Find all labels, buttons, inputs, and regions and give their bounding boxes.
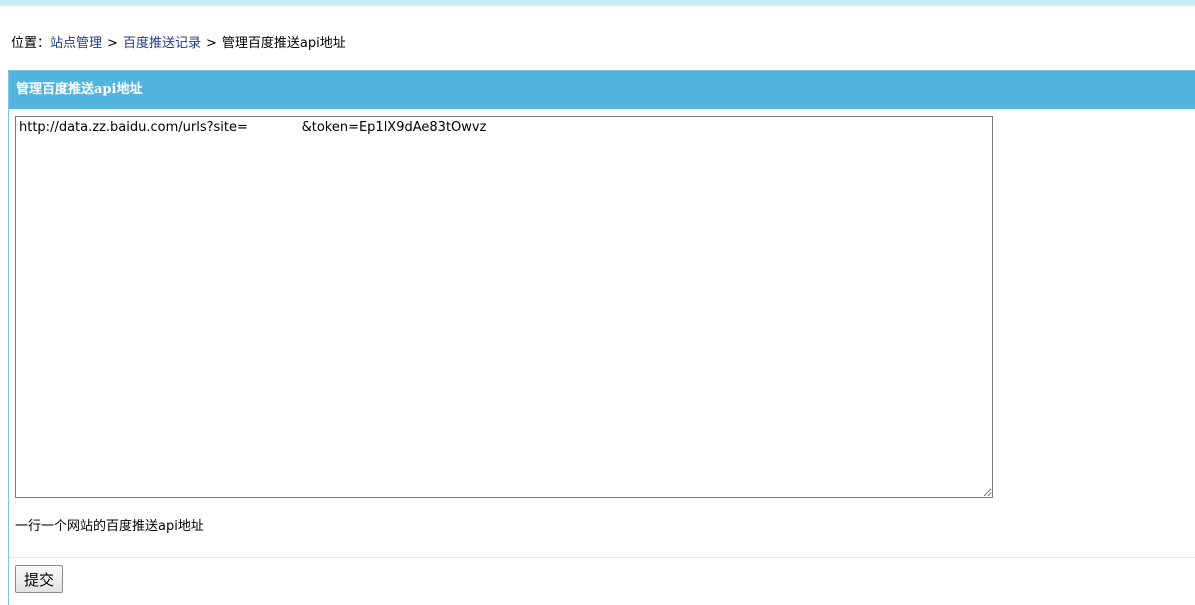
submit-button[interactable]: 提交 bbox=[15, 565, 64, 593]
api-settings-panel: 管理百度推送api地址 http://data.zz.baidu.com/url… bbox=[8, 70, 1195, 605]
top-bar bbox=[0, 0, 1195, 6]
breadcrumb-current: 管理百度推送api地址 bbox=[221, 36, 346, 51]
api-url-textarea[interactable]: http://data.zz.baidu.com/urls?site= &tok… bbox=[15, 116, 993, 498]
breadcrumb-link-baidu-push-records[interactable]: 百度推送记录 bbox=[123, 36, 201, 51]
panel-title: 管理百度推送api地址 bbox=[9, 71, 1195, 109]
breadcrumb-link-site-management[interactable]: 站点管理 bbox=[50, 36, 102, 51]
breadcrumb: 位置：站点管理 > 百度推送记录 > 管理百度推送api地址 bbox=[11, 34, 346, 54]
divider bbox=[9, 557, 1195, 558]
breadcrumb-separator: > bbox=[205, 36, 217, 51]
breadcrumb-prefix: 位置： bbox=[11, 36, 51, 51]
breadcrumb-separator: > bbox=[107, 36, 118, 51]
textarea-hint: 一行一个网站的百度推送api地址 bbox=[15, 519, 204, 534]
